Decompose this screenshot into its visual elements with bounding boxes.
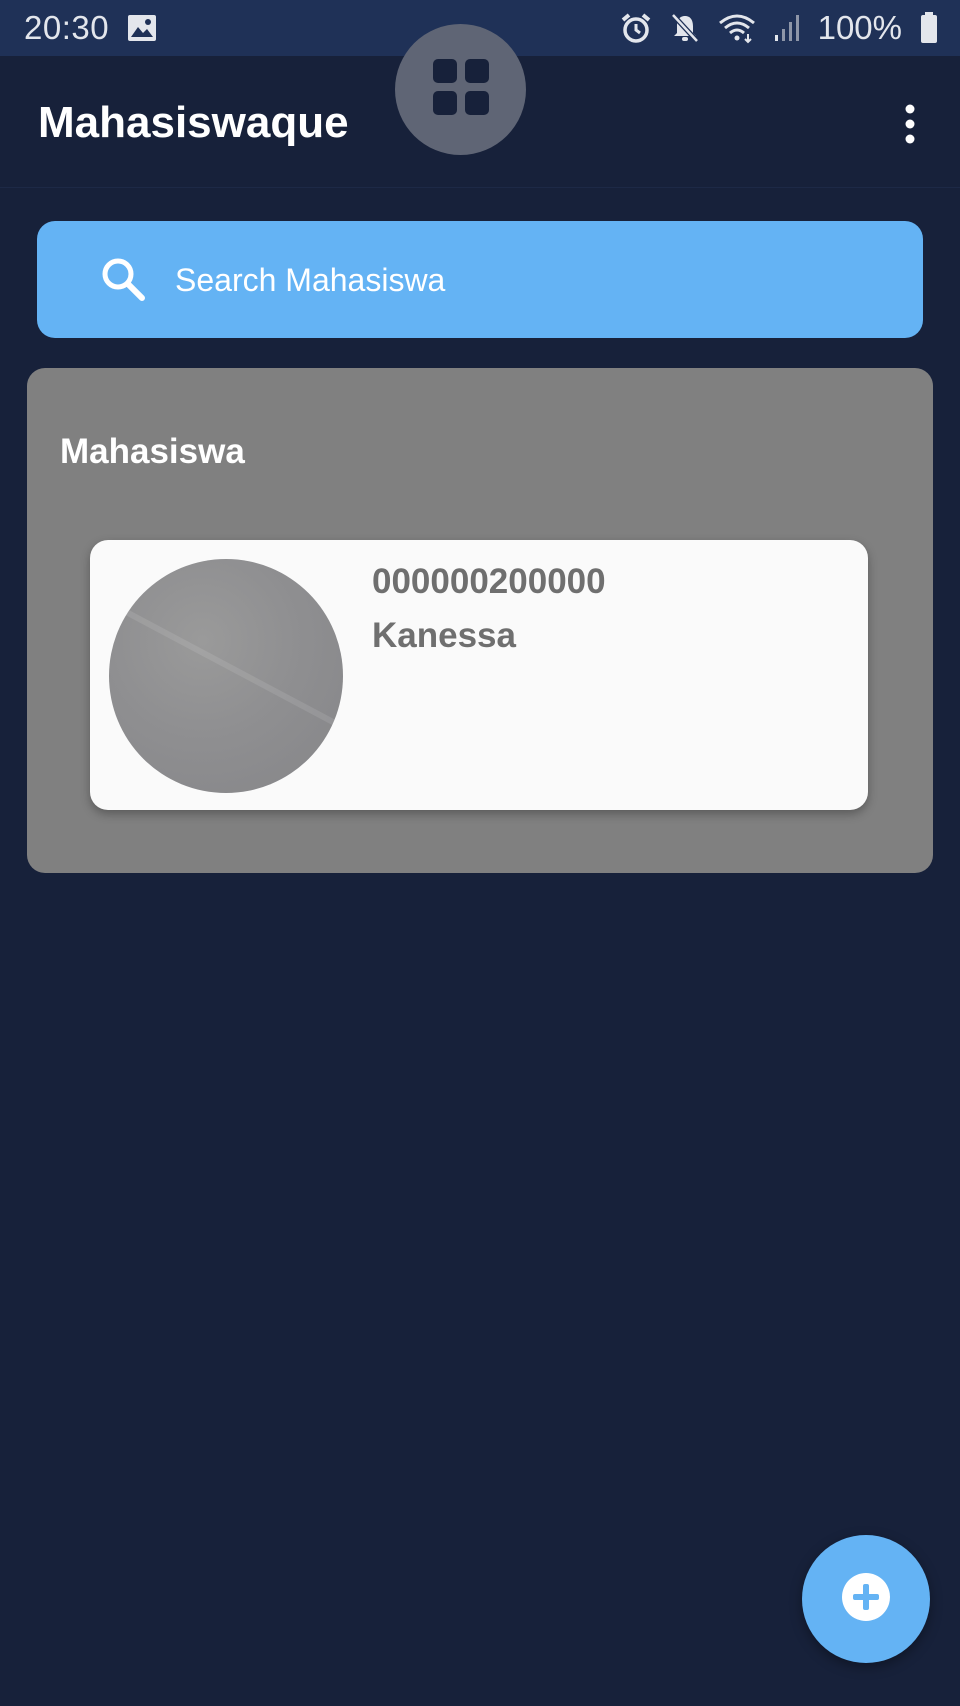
mahasiswa-section: Mahasiswa 000000200000 Kanessa xyxy=(27,368,933,873)
student-name: Kanessa xyxy=(372,616,516,655)
student-id: 000000200000 xyxy=(372,562,606,601)
battery-icon xyxy=(920,12,938,44)
gallery-icon xyxy=(127,14,157,42)
signal-icon xyxy=(774,13,800,43)
status-right: 100% xyxy=(620,9,938,47)
app-title: Mahasiswaque xyxy=(38,98,349,147)
alarm-icon xyxy=(620,12,652,44)
grid-icon xyxy=(431,57,491,122)
app-screen: 20:30 100% Mahasiswaque Search Mahasiswa… xyxy=(0,0,960,1706)
more-vert-icon xyxy=(904,104,916,149)
wifi-icon xyxy=(718,12,756,44)
mute-icon xyxy=(670,12,700,44)
student-card[interactable]: 000000200000 Kanessa xyxy=(90,540,868,810)
status-left: 20:30 xyxy=(24,9,157,47)
search-input[interactable] xyxy=(175,255,875,305)
status-time: 20:30 xyxy=(24,9,110,46)
floating-grid-button[interactable] xyxy=(395,24,526,155)
student-avatar xyxy=(109,559,343,793)
add-circle-icon xyxy=(841,1572,891,1627)
battery-percent: 100% xyxy=(817,9,902,46)
section-title: Mahasiswa xyxy=(60,432,245,471)
add-student-button[interactable] xyxy=(802,1535,930,1663)
more-options-button[interactable] xyxy=(888,98,932,154)
search-bar[interactable] xyxy=(37,221,923,338)
search-icon xyxy=(100,256,146,307)
